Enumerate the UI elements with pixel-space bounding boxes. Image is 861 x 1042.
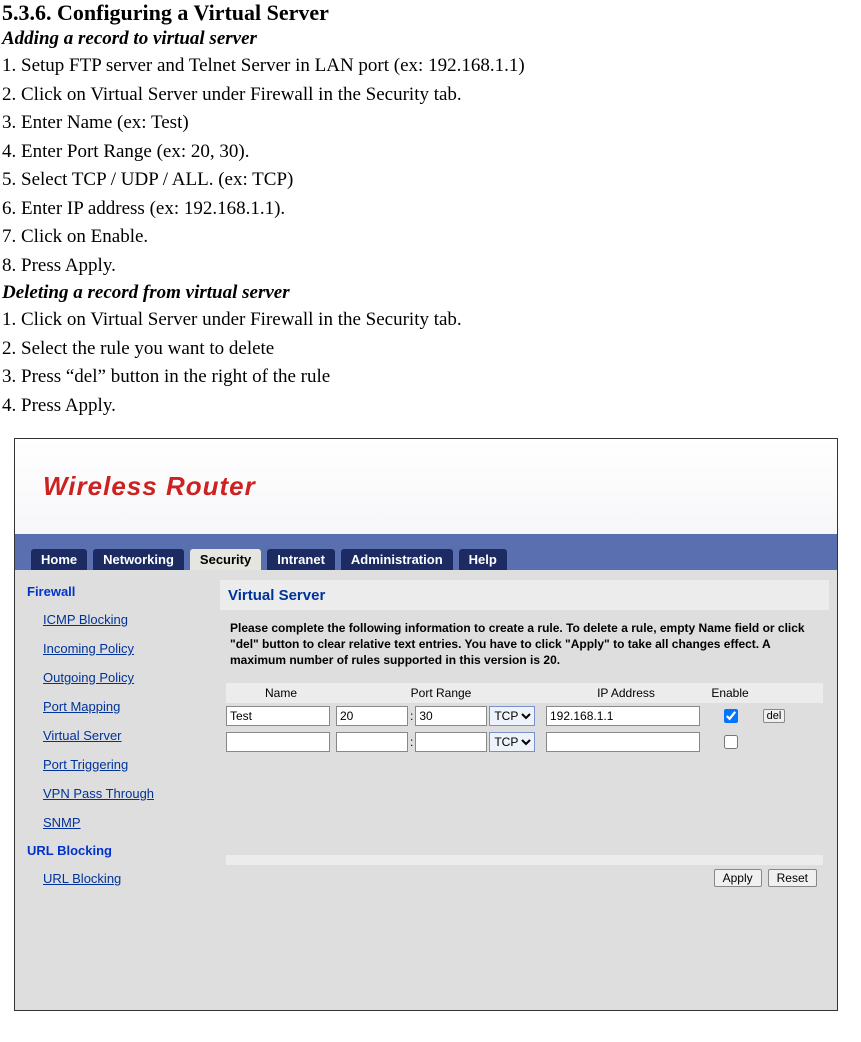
banner: Wireless Router xyxy=(15,439,837,534)
sidebar-group-firewall: Firewall xyxy=(15,578,220,605)
name-input[interactable] xyxy=(226,706,330,726)
add-step: 1. Setup FTP server and Telnet Server in… xyxy=(2,52,859,81)
sidebar-link[interactable]: Outgoing Policy xyxy=(15,663,220,692)
tab-intranet[interactable]: Intranet xyxy=(267,549,335,570)
del-button[interactable]: del xyxy=(763,709,786,723)
rule-row: : TCP xyxy=(226,729,823,755)
add-step: 6. Enter IP address (ex: 192.168.1.1). xyxy=(2,195,859,224)
col-header-enable: Enable xyxy=(706,683,754,703)
reset-button[interactable]: Reset xyxy=(768,869,817,887)
rule-row: : TCP del xyxy=(226,703,823,729)
ip-input[interactable] xyxy=(546,706,700,726)
sidebar-link[interactable]: Virtual Server xyxy=(15,721,220,750)
enable-checkbox[interactable] xyxy=(724,709,738,723)
tab-administration[interactable]: Administration xyxy=(341,549,453,570)
add-step: 8. Press Apply. xyxy=(2,252,859,281)
panel-title: Virtual Server xyxy=(228,587,325,604)
logo-title: Wireless Router xyxy=(43,471,256,502)
sidebar-link[interactable]: Port Triggering xyxy=(15,750,220,779)
sidebar-link[interactable]: Incoming Policy xyxy=(15,634,220,663)
tab-help[interactable]: Help xyxy=(459,549,507,570)
port-from-input[interactable] xyxy=(336,706,408,726)
col-header-del xyxy=(754,683,794,703)
main-panel: Virtual Server Please complete the follo… xyxy=(220,570,837,1010)
delete-step: 4. Press Apply. xyxy=(2,392,859,421)
sidebar-link[interactable]: URL Blocking xyxy=(15,864,220,893)
router-screenshot: Wireless Router Home Networking Security… xyxy=(14,438,838,1011)
sidebar-link[interactable]: Port Mapping xyxy=(15,692,220,721)
delete-step: 1. Click on Virtual Server under Firewal… xyxy=(2,306,859,335)
protocol-select[interactable]: TCP xyxy=(489,706,535,726)
add-step: 4. Enter Port Range (ex: 20, 30). xyxy=(2,138,859,167)
add-step: 2. Click on Virtual Server under Firewal… xyxy=(2,81,859,110)
name-input[interactable] xyxy=(226,732,330,752)
tab-bar: Home Networking Security Intranet Admini… xyxy=(15,534,837,570)
col-header-name: Name xyxy=(226,683,336,703)
tab-networking[interactable]: Networking xyxy=(93,549,184,570)
port-from-input[interactable] xyxy=(336,732,408,752)
add-step: 5. Select TCP / UDP / ALL. (ex: TCP) xyxy=(2,166,859,195)
apply-button[interactable]: Apply xyxy=(714,869,762,887)
ip-input[interactable] xyxy=(546,732,700,752)
sidebar-group-urlblocking: URL Blocking xyxy=(15,837,220,864)
subhead-add: Adding a record to virtual server xyxy=(2,28,859,50)
add-step: 3. Enter Name (ex: Test) xyxy=(2,109,859,138)
tab-home[interactable]: Home xyxy=(31,549,87,570)
rules-grid: Name Port Range IP Address Enable : TCP de… xyxy=(226,683,823,755)
port-separator: : xyxy=(410,735,413,749)
col-header-port-range: Port Range xyxy=(336,683,546,703)
delete-step: 2. Select the rule you want to delete xyxy=(2,335,859,364)
sidebar-link[interactable]: VPN Pass Through xyxy=(15,779,220,808)
port-to-input[interactable] xyxy=(415,706,487,726)
sidebar-link[interactable]: ICMP Blocking xyxy=(15,605,220,634)
protocol-select[interactable]: TCP xyxy=(489,732,535,752)
sidebar-link[interactable]: SNMP xyxy=(15,808,220,837)
col-header-ip: IP Address xyxy=(546,683,706,703)
action-bar: Apply Reset xyxy=(226,865,823,893)
enable-checkbox[interactable] xyxy=(724,735,738,749)
port-separator: : xyxy=(410,709,413,723)
section-title: 5.3.6. Configuring a Virtual Server xyxy=(2,0,859,26)
panel-description: Please complete the following informatio… xyxy=(226,620,823,683)
port-to-input[interactable] xyxy=(415,732,487,752)
delete-step: 3. Press “del” button in the right of th… xyxy=(2,363,859,392)
subhead-delete: Deleting a record from virtual server xyxy=(2,282,859,304)
add-step: 7. Click on Enable. xyxy=(2,223,859,252)
tab-security[interactable]: Security xyxy=(190,549,261,570)
sidebar: Firewall ICMP BlockingIncoming PolicyOut… xyxy=(15,570,220,1010)
